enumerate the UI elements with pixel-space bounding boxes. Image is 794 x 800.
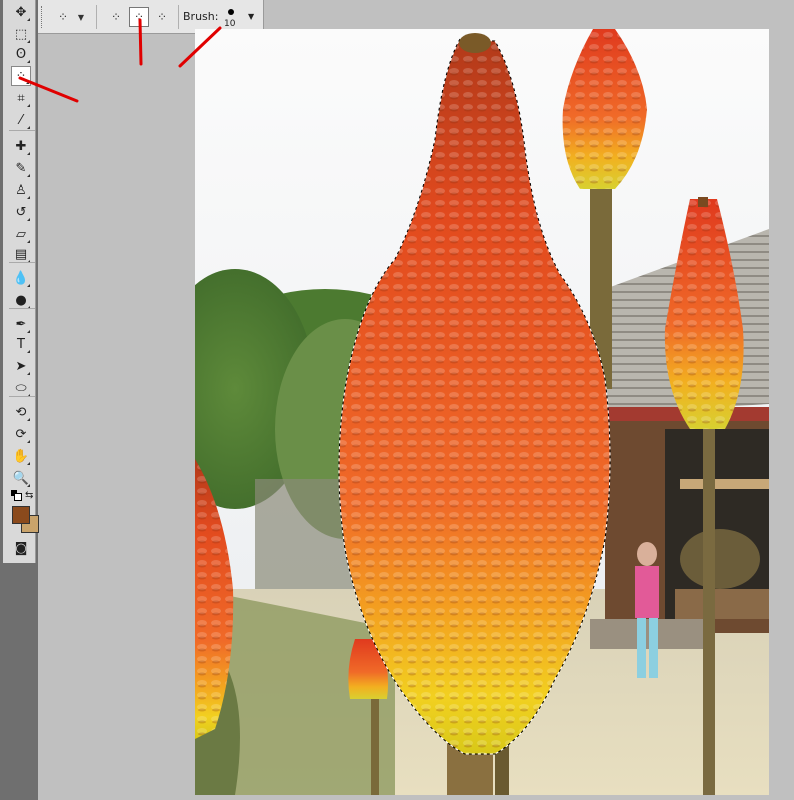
flyout-indicator (27, 18, 30, 21)
flyout-indicator (27, 440, 30, 443)
lasso-tool-icon[interactable]: ʘ (11, 44, 31, 64)
tools-separator (9, 308, 35, 309)
tools-panel: ✥ ⬚ ʘ ⁘ ⌗ ⁄ ✚ ✎ ♙ ↺ ▱ ▤ 💧 ● ✒ T ➤ ⬭ ⟲ ⟳ ✋ 🔍 ⇆ ◙ (0, 0, 39, 800)
flyout-indicator (27, 350, 30, 353)
move-tool-icon[interactable]: ✥ (11, 2, 31, 22)
default-colors-icon[interactable] (11, 490, 22, 501)
brush-preview-icon[interactable] (228, 9, 234, 15)
flyout-indicator (27, 196, 30, 199)
eyedropper-tool-icon[interactable]: ⁄ (11, 110, 31, 130)
quick-selection-tool-icon[interactable]: ⁘ (11, 66, 31, 86)
flyout-indicator (27, 40, 30, 43)
photo-red-hot-poker-flowers (195, 29, 769, 795)
type-tool-icon[interactable]: T (11, 334, 31, 354)
3d-rotate-tool-icon[interactable]: ⟲ (11, 402, 31, 422)
brush-size-value: 10 (224, 19, 236, 29)
tools-separator (9, 130, 35, 131)
shape-tool-icon[interactable]: ⬭ (11, 378, 31, 398)
brush-picker-dropdown-icon[interactable]: ▼ (248, 12, 254, 21)
flyout-indicator (27, 484, 30, 487)
flyout-indicator (27, 174, 30, 177)
brush-tool-icon[interactable]: ✎ (11, 158, 31, 178)
tool-preset-dropdown-icon[interactable]: ▼ (76, 7, 86, 27)
quick-mask-icon[interactable]: ◙ (11, 538, 31, 558)
gradient-tool-icon[interactable]: ▤ (11, 244, 31, 264)
subtract-from-selection-button[interactable]: ⁘ (152, 7, 172, 27)
new-selection-button[interactable]: ⁘ (106, 7, 126, 27)
pen-tool-icon[interactable]: ✒ (11, 314, 31, 334)
flyout-indicator (27, 240, 30, 243)
flyout-indicator (27, 218, 30, 221)
zoom-tool-icon[interactable]: 🔍 (11, 468, 31, 488)
healing-brush-tool-icon[interactable]: ✚ (11, 136, 31, 156)
flyout-indicator (27, 126, 30, 129)
flyout-indicator (27, 104, 30, 107)
tools-separator (9, 396, 35, 397)
flyout-indicator (27, 462, 30, 465)
flyout-indicator (27, 152, 30, 155)
flyout-indicator (27, 60, 30, 63)
foreground-color-swatch[interactable] (12, 506, 30, 524)
swap-colors-icon[interactable]: ⇆ (25, 490, 33, 501)
tools-separator (9, 262, 35, 263)
crop-tool-icon[interactable]: ⌗ (11, 88, 31, 108)
3d-orbit-tool-icon[interactable]: ⟳ (11, 424, 31, 444)
blur-tool-icon[interactable]: 💧 (11, 268, 31, 288)
tool-preset-picker-icon[interactable]: ⁘ (52, 7, 74, 27)
path-selection-tool-icon[interactable]: ➤ (11, 356, 31, 376)
brush-label: Brush: (183, 10, 219, 23)
tools-panel-body: ✥ ⬚ ʘ ⁘ ⌗ ⁄ ✚ ✎ ♙ ↺ ▱ ▤ 💧 ● ✒ T ➤ ⬭ ⟲ ⟳ ✋ 🔍 ⇆ ◙ (3, 0, 39, 563)
options-divider (178, 5, 179, 29)
marquee-tool-icon[interactable]: ⬚ (11, 24, 31, 44)
clone-stamp-tool-icon[interactable]: ♙ (11, 180, 31, 200)
options-bar-grip[interactable] (41, 6, 45, 28)
flyout-indicator (27, 330, 30, 333)
flyout-indicator (27, 418, 30, 421)
hand-tool-icon[interactable]: ✋ (11, 446, 31, 466)
document-canvas[interactable] (195, 29, 769, 795)
flyout-indicator (27, 372, 30, 375)
options-divider (96, 5, 97, 29)
history-brush-tool-icon[interactable]: ↺ (11, 202, 31, 222)
eraser-tool-icon[interactable]: ▱ (11, 224, 31, 244)
add-to-selection-button[interactable]: ⁘ (129, 7, 149, 27)
flyout-indicator (27, 284, 30, 287)
flyout-indicator (26, 81, 29, 84)
dodge-tool-icon[interactable]: ● (11, 290, 31, 310)
